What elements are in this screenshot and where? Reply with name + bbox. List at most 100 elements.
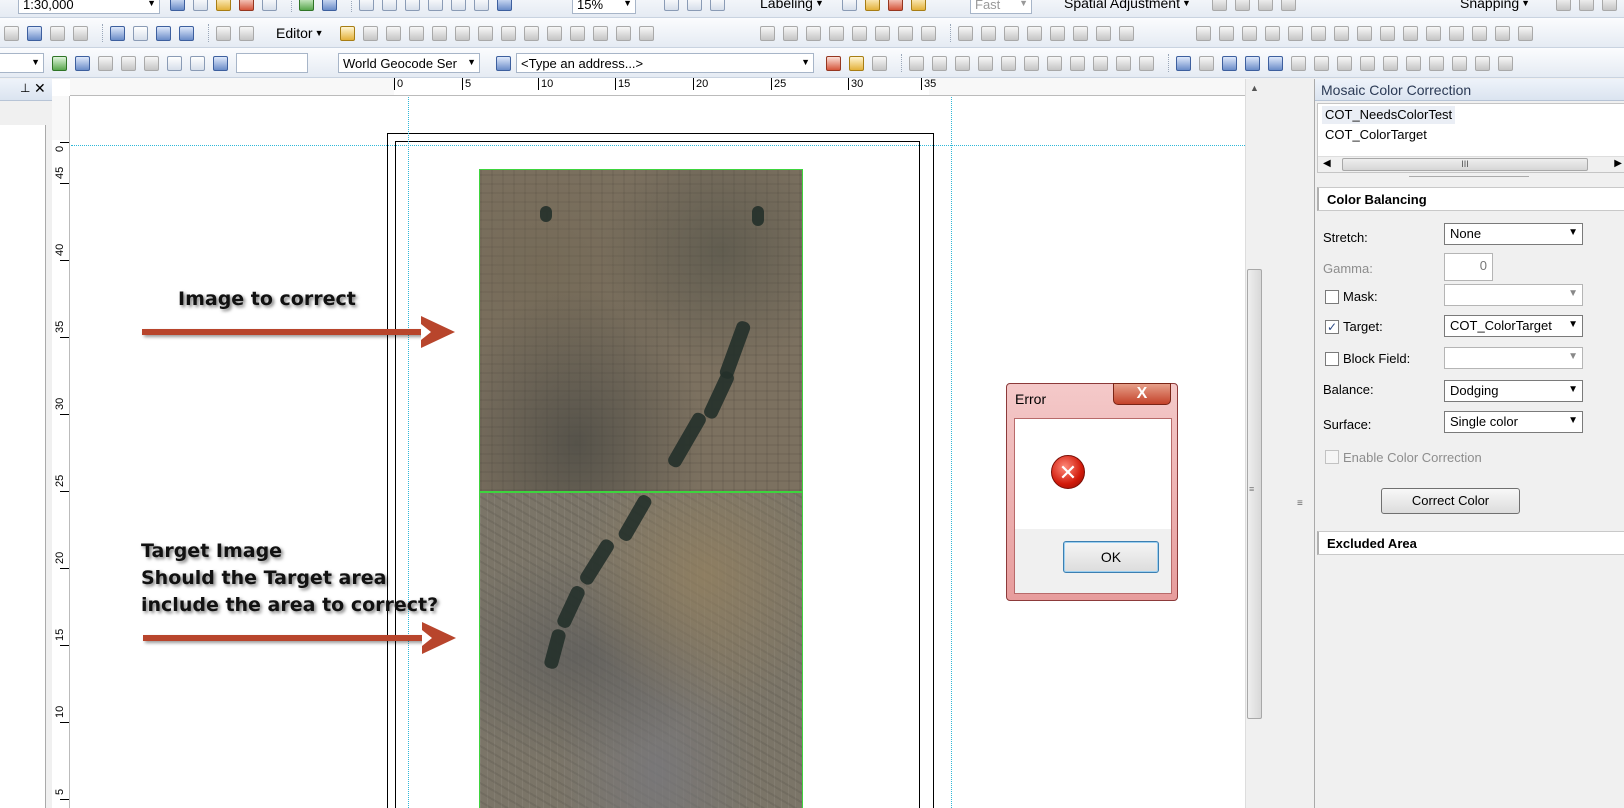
lock-labels-icon[interactable] (865, 0, 880, 11)
snapping-menu[interactable]: Snapping ▼ (1460, 0, 1530, 12)
create-network-location-icon[interactable] (955, 55, 970, 71)
measure-icon[interactable] (110, 25, 125, 41)
editor-menu[interactable]: Editor ▼ (276, 24, 324, 42)
color-balancing-header[interactable]: Color Balancing (1317, 187, 1624, 211)
histogram-icon[interactable] (1498, 55, 1513, 71)
layout-zoom-in-icon[interactable] (359, 0, 374, 11)
scroll-up-icon[interactable]: ▲ (1250, 83, 1259, 93)
point-snapping-icon[interactable] (1556, 0, 1571, 11)
error-inspector-icon[interactable] (1199, 55, 1214, 71)
geocode-options-icon[interactable] (872, 55, 887, 71)
ok-button[interactable]: OK (1063, 541, 1159, 573)
copy-parallel-icon[interactable] (1004, 25, 1019, 41)
clip-icon[interactable] (1096, 25, 1111, 41)
topology-edit-icon[interactable] (1119, 25, 1134, 41)
fixed-zoom-in-icon[interactable] (474, 0, 489, 11)
panel-splitter-grip[interactable]: ≡ (1297, 498, 1303, 509)
model-builder-icon[interactable] (299, 0, 314, 11)
geocoder-combo[interactable]: World Geocode Ser ▼ (338, 53, 480, 73)
color-correction-icon[interactable] (1291, 55, 1306, 71)
overview-icon[interactable] (1314, 55, 1329, 71)
add-points-icon[interactable] (75, 55, 90, 71)
seamline-icon[interactable] (1268, 55, 1283, 71)
flicker-icon[interactable] (1406, 55, 1421, 71)
transparency-icon[interactable] (1429, 55, 1444, 71)
pin-icon[interactable]: ⊥ (20, 81, 30, 95)
end-point-arc-icon[interactable] (409, 25, 424, 41)
scrollbar-thumb[interactable]: III (1342, 158, 1588, 171)
target-dropdown[interactable]: COT_ColorTarget ▼ (1444, 315, 1583, 337)
target-checkbox[interactable]: ✓ (1325, 320, 1339, 334)
georeference-icon[interactable] (1196, 25, 1211, 41)
nudge-icon[interactable] (1403, 25, 1418, 41)
view-unplaced-labels-icon[interactable] (911, 0, 926, 11)
create-viewer-icon[interactable] (239, 25, 254, 41)
contrast-icon[interactable] (1452, 55, 1467, 71)
guide-vertical[interactable] (408, 97, 409, 808)
layout-zoom-combo[interactable]: 15% ▼ (572, 0, 636, 14)
find-route-icon[interactable] (156, 25, 171, 41)
network-window-icon[interactable] (1093, 55, 1108, 71)
cut-polygons-icon[interactable] (524, 25, 539, 41)
split-icon[interactable] (547, 25, 562, 41)
add-xy-data-icon[interactable] (52, 55, 67, 71)
refresh-icon[interactable] (213, 55, 228, 71)
point-icon[interactable] (455, 25, 470, 41)
copy-features-icon[interactable] (760, 25, 775, 41)
solve-icon[interactable] (1001, 55, 1016, 71)
topology-inspect-icon[interactable] (1176, 55, 1191, 71)
build-network-icon[interactable] (1070, 55, 1085, 71)
edit-tool-icon[interactable] (340, 25, 355, 41)
vertex-snapping-icon[interactable] (1602, 0, 1617, 11)
footprint-icon[interactable] (1245, 55, 1260, 71)
list-item[interactable]: COT_NeedsColorTest (1322, 106, 1456, 124)
labeling-menu[interactable]: Labeling ▼ (760, 0, 824, 12)
create-features-icon[interactable] (639, 25, 654, 41)
mosaic-dataset-icon[interactable] (1222, 55, 1237, 71)
line-intersection-icon[interactable] (852, 25, 867, 41)
rotate-graphic-icon[interactable] (1472, 25, 1487, 41)
left-combo[interactable]: ▼ (0, 53, 44, 73)
end-snapping-icon[interactable] (1579, 0, 1594, 11)
scroll-right-icon[interactable]: ▶ (1614, 158, 1622, 169)
guide-vertical[interactable] (951, 97, 952, 808)
annotation-target-question-line1[interactable]: Should the Target area (141, 565, 386, 592)
remove-points-icon[interactable] (98, 55, 113, 71)
raster-list[interactable]: COT_NeedsColorTest COT_ColorTarget ◀ III… (1317, 103, 1624, 173)
modify-link-icon[interactable] (1258, 0, 1273, 11)
align-to-shape-icon[interactable] (958, 25, 973, 41)
select-elements-arrow-icon[interactable] (4, 25, 19, 41)
search-window-icon[interactable] (216, 0, 231, 11)
select-move-location-icon[interactable] (978, 55, 993, 71)
enable-color-correction-checkbox[interactable] (1325, 450, 1339, 464)
edit-vertices-icon[interactable] (478, 25, 493, 41)
generalize-icon[interactable] (898, 25, 913, 41)
new-displacement-link-icon[interactable] (1235, 0, 1250, 11)
table-of-contents-body[interactable] (0, 125, 46, 808)
balance-dropdown[interactable]: Dodging ▼ (1444, 380, 1583, 402)
rotate-icon[interactable] (570, 25, 585, 41)
trim-icon[interactable] (829, 25, 844, 41)
order-icon[interactable] (1380, 25, 1395, 41)
map-scale-combo[interactable]: 1:30,000 ▼ (18, 0, 160, 14)
zoom-100-icon[interactable] (451, 0, 466, 11)
find-input[interactable] (236, 53, 308, 73)
edit-annotation-icon[interactable] (363, 25, 378, 41)
flip-icon[interactable] (1495, 25, 1510, 41)
block-field-dropdown[interactable]: ▼ (1444, 347, 1583, 369)
guide-horizontal[interactable] (71, 145, 1245, 146)
layout-select-icon[interactable] (1311, 25, 1326, 41)
image-to-correct-raster[interactable] (479, 169, 803, 492)
close-icon[interactable]: ✕ (34, 80, 46, 97)
time-slider-icon[interactable] (216, 25, 231, 41)
smooth-icon[interactable] (921, 25, 936, 41)
annotation-target-image[interactable]: Target Image (141, 538, 282, 565)
label-quality-combo[interactable]: Fast ▼ (970, 0, 1032, 14)
mask-dropdown[interactable]: ▼ (1444, 284, 1583, 306)
image-analysis-icon[interactable] (1360, 55, 1375, 71)
list-horizontal-scrollbar[interactable]: ◀ III ▶ (1318, 156, 1624, 172)
sketch-properties-icon[interactable] (616, 25, 631, 41)
table-icon[interactable] (167, 55, 182, 71)
annotation-image-to-correct[interactable]: Image to correct (178, 286, 356, 313)
scroll-left-icon[interactable]: ◀ (1323, 158, 1331, 169)
